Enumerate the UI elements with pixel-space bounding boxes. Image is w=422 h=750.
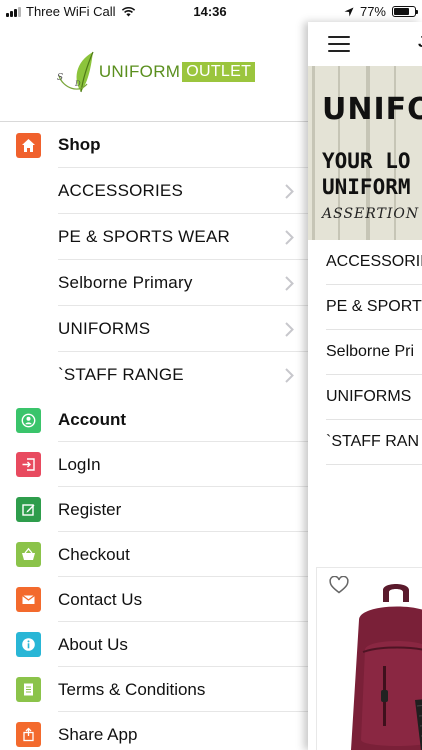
location-arrow-icon bbox=[344, 7, 354, 16]
menu-category-staff-range[interactable]: `STAFF RANGE bbox=[0, 352, 308, 398]
banner-subheadline: YOUR LO UNIFORM bbox=[322, 148, 411, 200]
banner-subheadline-line1: YOUR LO bbox=[322, 149, 411, 173]
menu-item-terms-conditions[interactable]: Terms & Conditions bbox=[0, 667, 308, 712]
list-item-label: PE & SPORT bbox=[326, 298, 422, 315]
product-image-backpack bbox=[351, 584, 422, 750]
chevron-right-icon bbox=[285, 275, 294, 291]
menu-section-account-label: Account bbox=[58, 410, 126, 429]
logo-leaf-icon: S D bbox=[57, 51, 94, 92]
menu-section-shop-label: Shop bbox=[58, 135, 101, 154]
menu-item-label: Contact Us bbox=[58, 589, 143, 609]
menu-item-label: Share App bbox=[58, 724, 138, 744]
list-item[interactable]: PE & SPORT bbox=[326, 285, 422, 330]
list-item[interactable]: UNIFORMS bbox=[326, 375, 422, 420]
battery-percent: 77% bbox=[359, 4, 386, 19]
chevron-right-icon bbox=[285, 367, 294, 383]
svg-text:S: S bbox=[57, 73, 63, 83]
category-list: ACCESSORIE PE & SPORT Selborne Pri UNIFO… bbox=[308, 240, 422, 465]
logo-wordmark-highlight: OUTLET bbox=[182, 61, 256, 82]
promo-banner[interactable]: UNIFO YOUR LO UNIFORM ASSERTION bbox=[308, 66, 422, 240]
list-item-label: `STAFF RAN bbox=[326, 433, 420, 450]
list-item[interactable]: `STAFF RAN bbox=[326, 420, 422, 465]
menu-item-label: Checkout bbox=[58, 544, 130, 564]
share-icon bbox=[16, 722, 41, 747]
list-item[interactable]: Selborne Pri bbox=[326, 330, 422, 375]
menu-category-accessories[interactable]: ACCESSORIES bbox=[0, 168, 308, 214]
battery-icon bbox=[392, 6, 418, 17]
menu-item-label: About Us bbox=[58, 634, 128, 654]
svg-text:D: D bbox=[74, 80, 81, 88]
home-icon bbox=[16, 132, 41, 158]
menu-item-label: LogIn bbox=[58, 454, 101, 474]
menu-item-register[interactable]: Register bbox=[0, 487, 308, 532]
top-bar-title-fragment: J bbox=[418, 34, 422, 52]
banner-tagline: ASSERTION bbox=[322, 206, 420, 222]
status-right: 77% bbox=[344, 4, 418, 19]
menu-item-contact-us[interactable]: Contact Us bbox=[0, 577, 308, 622]
list-item[interactable]: ACCESSORIE bbox=[326, 240, 422, 285]
banner-subheadline-line2: UNIFORM bbox=[322, 175, 411, 199]
top-bar: J bbox=[308, 22, 422, 66]
status-bar: Three WiFi Call 14:36 77% bbox=[0, 0, 422, 22]
store-logo[interactable]: S D UNIFORM OUTLET bbox=[53, 46, 256, 98]
menu-category-label: `STAFF RANGE bbox=[58, 365, 184, 384]
hamburger-menu-icon[interactable] bbox=[328, 36, 350, 52]
chevron-right-icon bbox=[285, 183, 294, 199]
login-icon bbox=[16, 452, 41, 477]
menu-category-label: PE & SPORTS WEAR bbox=[58, 227, 230, 246]
menu-category-label: UNIFORMS bbox=[58, 319, 151, 338]
list-item-label: UNIFORMS bbox=[326, 388, 412, 405]
menu-category-label: Selborne Primary bbox=[58, 273, 193, 292]
battery-fill bbox=[394, 8, 410, 15]
list-item-label: Selborne Pri bbox=[326, 343, 415, 360]
menu-item-label: Terms & Conditions bbox=[58, 679, 206, 699]
main-panel[interactable]: J UNIFO YOUR LO UNIFORM ASSERTION ACCESS… bbox=[308, 22, 422, 750]
user-icon bbox=[16, 407, 41, 433]
side-drawer: S D UNIFORM OUTLET Shop ACCESSORIES PE &… bbox=[0, 22, 308, 750]
menu-item-checkout[interactable]: Checkout bbox=[0, 532, 308, 577]
product-card[interactable] bbox=[316, 567, 422, 750]
menu-item-about-us[interactable]: About Us bbox=[0, 622, 308, 667]
menu-item-label: Register bbox=[58, 499, 122, 519]
logo-area: S D UNIFORM OUTLET bbox=[0, 22, 308, 122]
menu-item-share-app[interactable]: Share App bbox=[0, 712, 308, 750]
edit-icon bbox=[16, 497, 41, 522]
menu-item-login[interactable]: LogIn bbox=[0, 442, 308, 487]
menu-category-pe-sports-wear[interactable]: PE & SPORTS WEAR bbox=[0, 214, 308, 260]
menu-category-label: ACCESSORIES bbox=[58, 181, 184, 200]
mail-icon bbox=[16, 587, 41, 612]
info-icon bbox=[16, 632, 41, 657]
menu-section-shop[interactable]: Shop bbox=[0, 122, 308, 168]
chevron-right-icon bbox=[285, 321, 294, 337]
menu-category-selborne-primary[interactable]: Selborne Primary bbox=[0, 260, 308, 306]
chevron-right-icon bbox=[285, 229, 294, 245]
basket-icon bbox=[16, 542, 41, 567]
menu-category-uniforms[interactable]: UNIFORMS bbox=[0, 306, 308, 352]
document-icon bbox=[16, 677, 41, 702]
banner-headline: UNIFO bbox=[322, 92, 422, 127]
menu-section-account[interactable]: Account bbox=[0, 398, 308, 442]
list-item-label: ACCESSORIE bbox=[326, 253, 422, 270]
logo-wordmark: UNIFORM bbox=[98, 61, 181, 81]
